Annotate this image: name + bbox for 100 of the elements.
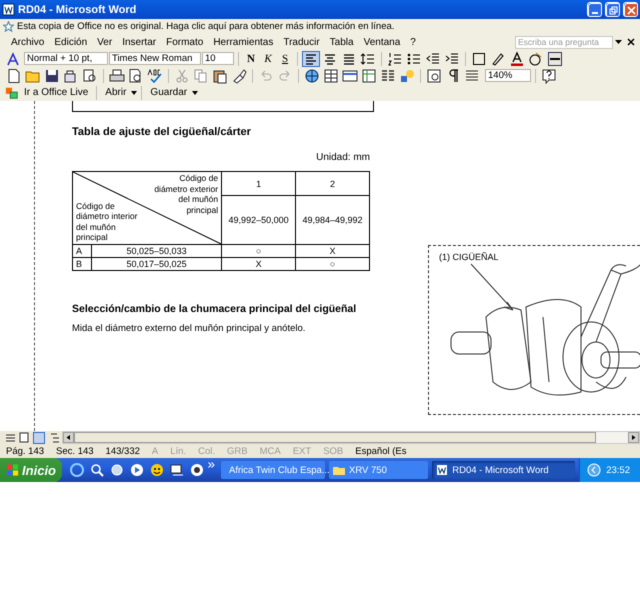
table-header-cell: 49,992–50,000 (222, 196, 296, 244)
table-cell: ○ (222, 244, 296, 258)
minimize-button[interactable] (587, 2, 602, 17)
bold-button[interactable]: N (243, 51, 259, 66)
font-size-dropdown[interactable]: 10 (202, 52, 234, 65)
border-icon[interactable] (471, 50, 487, 66)
font-dropdown[interactable]: Times New Roman (109, 52, 201, 65)
network-icon[interactable] (169, 462, 185, 478)
word-document-icon (436, 464, 448, 476)
close-icon[interactable] (626, 37, 636, 47)
start-button[interactable]: Inicio (0, 458, 62, 482)
menu-item[interactable]: Edición (49, 36, 92, 48)
hyperlink-globe-icon[interactable] (304, 68, 320, 84)
research-icon[interactable] (82, 68, 98, 84)
office-live-icon[interactable] (5, 86, 19, 100)
table-header-cell: 2 (296, 172, 370, 196)
menu-item[interactable]: Ver (92, 36, 118, 48)
star-icon (3, 21, 14, 32)
search-icon[interactable] (89, 462, 105, 478)
align-left-icon[interactable] (302, 50, 320, 66)
status-indicator: Col. (198, 446, 215, 456)
taskbar-button[interactable]: XRV 750 (329, 461, 428, 479)
restore-button[interactable] (605, 2, 620, 17)
window-title: RD04 - Microsoft Word (18, 4, 138, 16)
dropdown-caret-icon[interactable] (131, 90, 138, 94)
italic-button[interactable]: K (260, 51, 276, 66)
decrease-indent-icon[interactable] (425, 50, 441, 66)
section-heading: Selección/cambio de la chumacera principal del cigüeñal (72, 303, 358, 315)
underline-button[interactable]: S (277, 51, 293, 66)
table-header-cell: 1 (222, 172, 296, 196)
document-map-icon[interactable] (426, 68, 442, 84)
bulleted-list-icon[interactable] (406, 50, 422, 66)
toolbar-menu-button[interactable]: Abrir (101, 85, 130, 100)
reading-layout-icon[interactable] (464, 68, 480, 84)
menu-item[interactable]: Insertar (117, 36, 162, 48)
windows-flag-icon (6, 463, 20, 477)
style-dropdown[interactable]: Normal + 10 pt, (24, 52, 108, 65)
format-painter-icon[interactable] (231, 68, 247, 84)
increase-indent-icon[interactable] (444, 50, 460, 66)
web-layout-icon[interactable] (18, 430, 30, 446)
zoom-dropdown[interactable]: 140% (485, 69, 531, 82)
status-indicator: 143/332 (106, 446, 140, 456)
help-search-field[interactable]: Escriba una pregunta (515, 36, 613, 48)
scroll-left-button[interactable] (63, 432, 74, 443)
highlight-pen-icon[interactable] (490, 50, 506, 66)
status-indicator: MCA (260, 446, 281, 456)
menu-item[interactable]: Formato (161, 36, 208, 48)
dropdown-caret-icon[interactable] (192, 90, 198, 94)
insert-table-icon[interactable] (342, 68, 358, 84)
font-color-icon[interactable] (509, 50, 525, 66)
menu-item[interactable]: Ventana (358, 36, 406, 48)
help-icon[interactable] (541, 68, 557, 84)
spelling-icon[interactable] (147, 68, 163, 84)
columns-icon[interactable] (380, 68, 396, 84)
print-layout-icon[interactable] (33, 430, 45, 446)
section-heading: Tabla de ajuste del cigüeñal/cárter (72, 126, 252, 138)
table-cell: 50,025–50,033 (92, 244, 222, 258)
menu-item[interactable]: Archivo (6, 36, 50, 48)
table-header-cell-text: Código de diámetro interior del muñón principal (76, 200, 138, 243)
tables-borders-icon[interactable] (323, 68, 339, 84)
status-indicator: Lín. (170, 446, 186, 456)
menu-item[interactable]: Herramientas (208, 36, 278, 48)
scroll-right-button[interactable] (628, 432, 639, 443)
line-spacing-icon[interactable] (360, 50, 376, 66)
save-icon[interactable] (44, 68, 60, 84)
status-indicator: SOB (323, 446, 344, 456)
taskbar-button[interactable]: RD04 - Microsoft Word (432, 461, 576, 479)
status-indicator: GRB (227, 446, 248, 456)
status-indicator: EXT (292, 446, 312, 456)
office-live-button[interactable]: Ir a Office Live (20, 85, 92, 100)
show-hidden-icons-icon[interactable] (587, 462, 602, 478)
spreadsheet-icon[interactable] (361, 68, 377, 84)
table-cell: B (72, 258, 92, 270)
close-button[interactable] (623, 2, 638, 17)
print-icon[interactable] (109, 68, 125, 84)
media-player-icon[interactable] (129, 462, 145, 478)
horizontal-scroll-thumb[interactable] (74, 432, 596, 443)
status-indicator: Pág. 143 (6, 446, 44, 456)
word-document-icon (2, 3, 15, 16)
folder-icon (333, 464, 345, 476)
status-indicator: A (152, 446, 158, 456)
body-text: Mida el diámetro externo del muñón principal y anótelo. (72, 323, 306, 334)
menu-item[interactable]: Tabla (324, 36, 359, 48)
table-header-cell-text: Código de diámetro exterior del muñón principal (153, 173, 218, 216)
drawing-icon[interactable] (399, 68, 415, 84)
dropdown-caret-icon[interactable] (615, 40, 622, 44)
numbered-list-icon[interactable] (387, 50, 403, 66)
toolbar-menu-button[interactable]: Guardar (146, 85, 192, 100)
table-header-cell: 49,984–49,992 (296, 196, 370, 244)
menu-item[interactable]: ? (405, 36, 421, 48)
paste-icon[interactable] (212, 68, 228, 84)
table-cell: X (222, 258, 296, 270)
table-cell: X (296, 244, 370, 258)
clock: 23:52 (606, 464, 630, 476)
status-indicator: Sec. 143 (56, 446, 94, 456)
table-cell: A (72, 244, 92, 258)
smiley-icon[interactable] (149, 462, 165, 478)
menu-item[interactable]: Traducir (278, 36, 325, 48)
overflow-chevron-icon[interactable] (208, 462, 215, 468)
table-cell: 50,017–50,025 (92, 258, 222, 270)
